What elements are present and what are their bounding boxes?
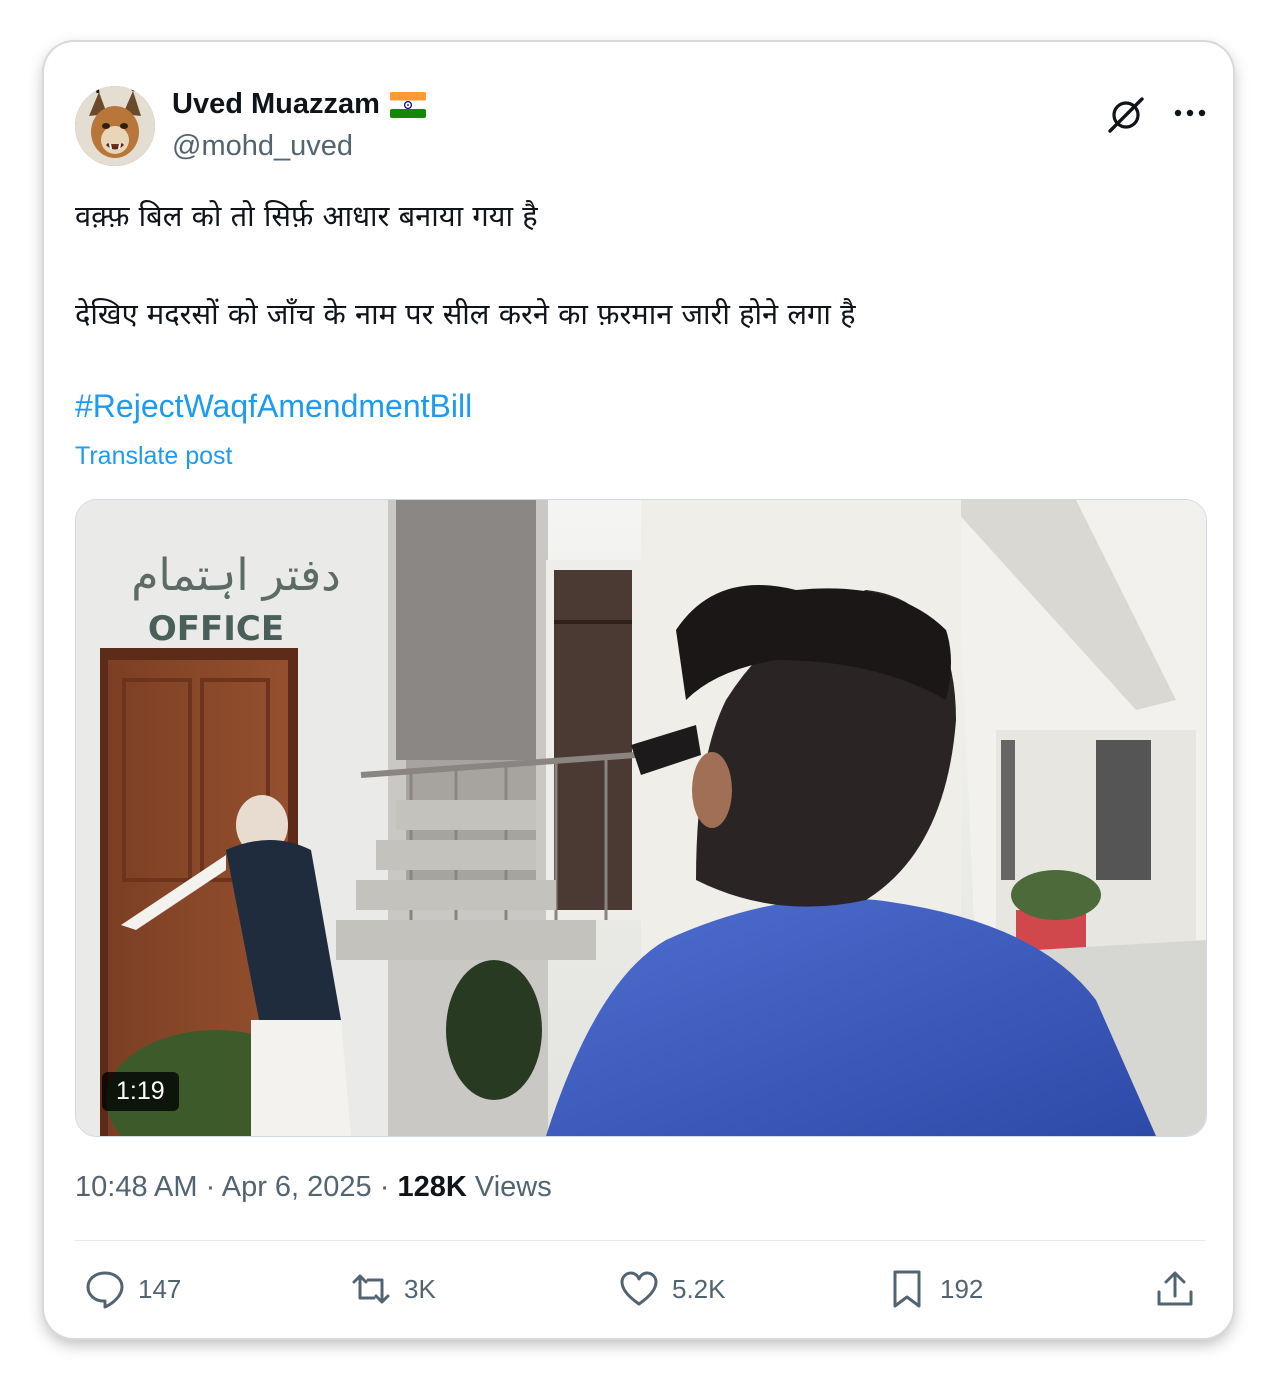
post-meta: 10:48 AM · Apr 6, 2025 · 128K Views — [75, 1171, 552, 1204]
author-name-row: Uved Muazzam — [172, 88, 426, 121]
more-icon[interactable] — [1170, 98, 1210, 128]
like-count: 5.2K — [672, 1273, 726, 1304]
bookmark-button[interactable]: 192 — [886, 1264, 983, 1314]
share-icon — [1157, 1271, 1193, 1306]
bookmark-count: 192 — [940, 1273, 984, 1304]
views-count: 128K — [397, 1171, 467, 1203]
author-display-name[interactable]: Uved Muazzam — [172, 88, 380, 121]
tweet-card: Uved Muazzam @mohd_uved वक़्फ़ बिल को तो… — [44, 42, 1233, 1338]
hashtag-link[interactable]: #RejectWaqfAmendmentBill — [75, 388, 472, 425]
share-button[interactable] — [1154, 1264, 1196, 1314]
grok-icon[interactable] — [1106, 94, 1146, 134]
video-player[interactable]: دفتر اہتمام OFFICE 1:19 — [75, 499, 1207, 1137]
repost-button[interactable]: 3K — [350, 1264, 436, 1314]
post-date[interactable]: Apr 6, 2025 — [222, 1171, 372, 1203]
like-icon — [620, 1271, 658, 1306]
video-thumbnail: دفتر اہتمام OFFICE — [76, 500, 1206, 1136]
post-text-line-1: वक़्फ़ बिल को तो सिर्फ़ आधार बनाया गया ह… — [75, 199, 538, 233]
repost-count: 3K — [404, 1273, 436, 1304]
reply-icon — [86, 1271, 124, 1309]
translate-post-link[interactable]: Translate post — [75, 442, 232, 471]
bookmark-icon — [893, 1270, 921, 1308]
flag-icon — [389, 91, 426, 118]
meta-separator: · — [205, 1171, 216, 1203]
meta-separator: · — [379, 1171, 390, 1203]
divider — [75, 1240, 1205, 1241]
views-label: Views — [474, 1171, 552, 1203]
avatar[interactable] — [75, 86, 155, 166]
author-handle[interactable]: @mohd_uved — [172, 130, 353, 163]
repost-icon — [352, 1274, 390, 1304]
reply-count: 147 — [138, 1273, 182, 1304]
sign-office-text: OFFICE — [148, 609, 284, 649]
reply-button[interactable]: 147 — [84, 1264, 181, 1314]
post-time[interactable]: 10:48 AM — [75, 1171, 198, 1203]
action-bar: 147 3K 5.2K 192 — [44, 1264, 1233, 1314]
video-duration-badge: 1:19 — [102, 1072, 179, 1111]
sign-urdu-text: دفتر اہتمام — [131, 550, 341, 601]
post-text-line-2: देखिए मदरसों को जाँच के नाम पर सील करने … — [75, 297, 856, 331]
like-button[interactable]: 5.2K — [618, 1264, 726, 1314]
